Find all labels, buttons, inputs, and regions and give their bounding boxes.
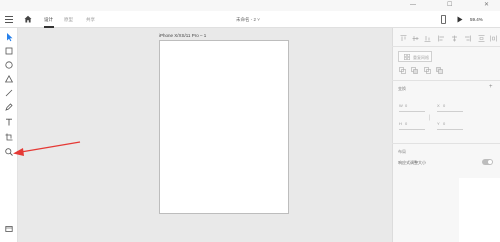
x-field[interactable]: X 0: [437, 103, 463, 112]
boolean-subtract-icon[interactable]: [411, 67, 418, 74]
y-value: 0: [443, 121, 446, 126]
boolean-intersect-icon[interactable]: [424, 67, 431, 74]
device-preview-icon[interactable]: [441, 15, 446, 24]
transform-section-title: 变换: [398, 86, 406, 91]
height-label: H: [399, 121, 402, 126]
width-value: 0: [405, 103, 408, 108]
tab-share[interactable]: 共享: [86, 11, 95, 28]
pen-tool-icon[interactable]: [4, 102, 14, 112]
responsive-resize-label: 响应式调整大小: [398, 160, 426, 165]
select-tool-icon[interactable]: [4, 32, 14, 42]
panel-divider: [392, 143, 500, 144]
align-right-icon[interactable]: [464, 35, 471, 42]
polygon-tool-icon[interactable]: [4, 74, 14, 84]
app-window: — ☐ ✕ 设计 原型 共享 未命名 - 2 ˅ 59.4% iPhone X/…: [0, 0, 500, 242]
distribute-horizontal-icon[interactable]: [490, 35, 497, 42]
minimize-button[interactable]: —: [410, 1, 416, 9]
x-value: 0: [443, 103, 446, 108]
hamburger-menu-icon[interactable]: [5, 16, 13, 23]
align-top-icon[interactable]: [400, 35, 407, 42]
play-preview-icon[interactable]: [457, 16, 463, 23]
artboard-label[interactable]: iPhone X/XS/11 Pro – 1: [159, 33, 206, 38]
align-left-icon[interactable]: [438, 35, 445, 42]
repeat-grid-icon: [404, 54, 410, 60]
y-field[interactable]: Y 0: [437, 121, 463, 130]
width-label: W: [399, 103, 403, 108]
repeat-grid-button[interactable]: 重复网格: [398, 51, 432, 62]
zoom-level[interactable]: 59.4%: [470, 11, 483, 28]
distribute-vertical-icon[interactable]: [478, 35, 485, 42]
text-tool-icon[interactable]: [4, 117, 14, 127]
y-label: Y: [437, 121, 440, 126]
artboard-tool-icon[interactable]: [4, 132, 14, 142]
home-icon[interactable]: [24, 15, 32, 23]
add-transform-button[interactable]: +: [489, 84, 493, 90]
tab-prototype[interactable]: 原型: [64, 11, 73, 28]
height-field[interactable]: H 0: [399, 121, 425, 130]
boolean-exclude-icon[interactable]: [436, 67, 443, 74]
line-tool-icon[interactable]: [4, 88, 14, 98]
assets-library-icon[interactable]: [4, 224, 14, 234]
zoom-tool-icon[interactable]: [4, 147, 14, 157]
boolean-add-icon[interactable]: [399, 67, 406, 74]
repeat-grid-label: 重复网格: [413, 55, 429, 60]
ellipse-tool-icon[interactable]: [4, 60, 14, 70]
width-field[interactable]: W 0: [399, 103, 425, 112]
artboard[interactable]: [159, 40, 289, 214]
title-bar: — ☐ ✕: [0, 0, 500, 11]
panel-divider: [392, 80, 500, 81]
x-label: X: [437, 103, 440, 108]
panel-scroll-area: [459, 178, 500, 242]
maximize-button[interactable]: ☐: [447, 1, 452, 9]
top-toolbar: 设计 原型 共享 未命名 - 2 ˅ 59.4%: [0, 11, 500, 28]
align-middle-icon[interactable]: [412, 35, 419, 42]
close-button[interactable]: ✕: [484, 1, 489, 9]
align-center-icon[interactable]: [451, 35, 458, 42]
align-bottom-icon[interactable]: [424, 35, 431, 42]
rectangle-tool-icon[interactable]: [4, 46, 14, 56]
lock-aspect-icon[interactable]: [426, 114, 433, 121]
panel-divider: [392, 46, 500, 47]
document-title[interactable]: 未命名 - 2 ˅: [236, 11, 260, 28]
responsive-resize-toggle[interactable]: [482, 159, 493, 165]
height-value: 0: [405, 121, 408, 126]
layout-section-title: 布局: [398, 149, 406, 154]
